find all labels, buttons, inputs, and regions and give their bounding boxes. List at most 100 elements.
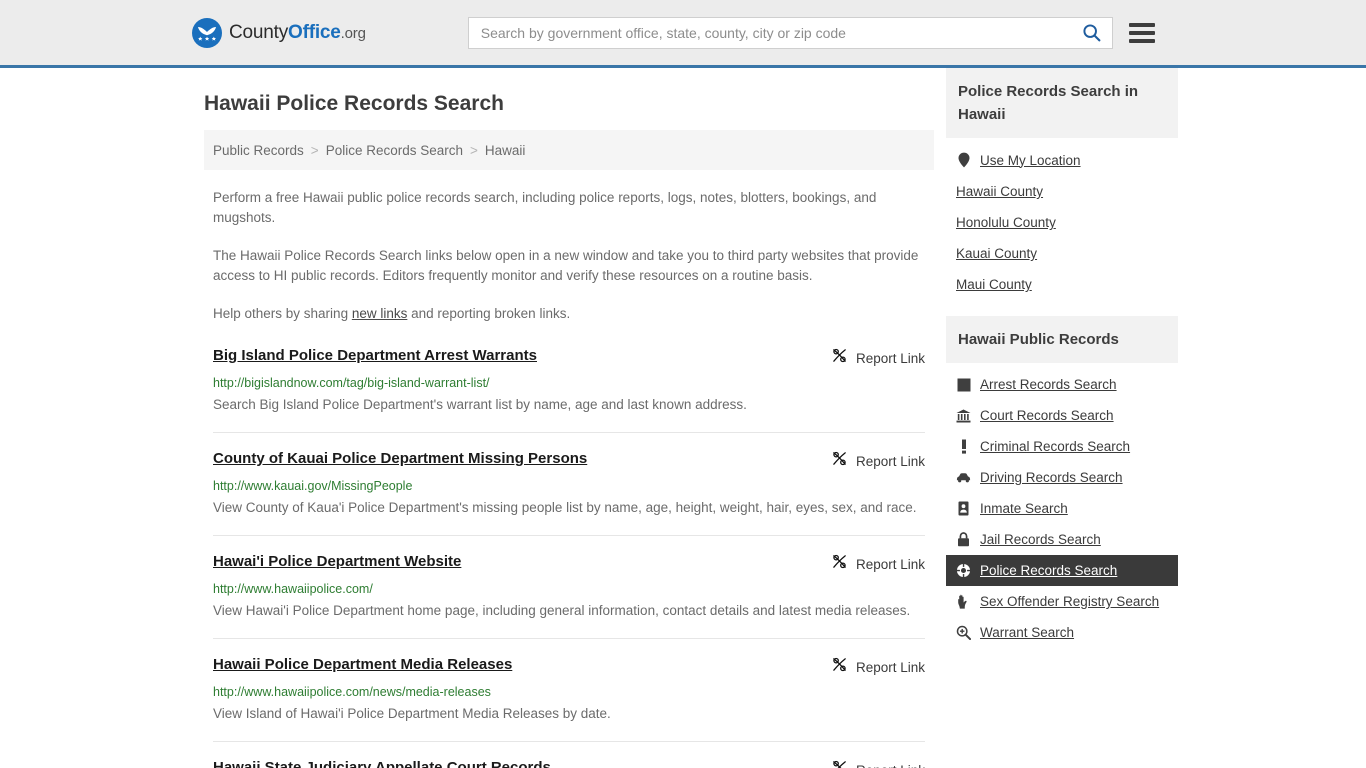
sidebar-panel-public-records-heading: Hawaii Public Records bbox=[946, 316, 1178, 363]
result-description: Search Big Island Police Department's wa… bbox=[213, 397, 747, 412]
sidebar-item-label[interactable]: Warrant Search bbox=[980, 625, 1074, 640]
logo-text-office: Office bbox=[288, 21, 341, 43]
result-title-link[interactable]: Hawaii State Judiciary Appellate Court R… bbox=[213, 758, 551, 768]
breadcrumb: Public Records > Police Records Search >… bbox=[204, 130, 934, 170]
hamburger-menu-icon[interactable] bbox=[1128, 22, 1155, 43]
broken-link-icon bbox=[831, 656, 848, 678]
result-description: View Hawai'i Police Department home page… bbox=[213, 603, 911, 618]
results-list: Big Island Police Department Arrest Warr… bbox=[204, 346, 934, 768]
report-link-button[interactable]: Report Link bbox=[831, 552, 925, 575]
report-link-label: Report Link bbox=[855, 453, 925, 469]
padlock-icon bbox=[956, 532, 971, 547]
sidebar-item-label[interactable]: Maui County bbox=[956, 277, 1032, 292]
breadcrumb-separator: > bbox=[310, 142, 319, 158]
sidebar-item-label[interactable]: Arrest Records Search bbox=[980, 377, 1117, 392]
sidebar-item-police-records-search[interactable]: Police Records Search bbox=[946, 555, 1178, 586]
intro-paragraph-2: The Hawaii Police Records Search links b… bbox=[213, 248, 919, 283]
hand-icon bbox=[956, 594, 971, 609]
result-url[interactable]: http://bigislandnow.com/tag/big-island-w… bbox=[213, 375, 925, 391]
sidebar-item-sex-offender-registry-search[interactable]: Sex Offender Registry Search bbox=[946, 586, 1178, 617]
search-box[interactable] bbox=[467, 16, 1113, 49]
sidebar-panel-locations: Police Records Search in Hawaii Use My L… bbox=[946, 68, 1178, 300]
fingerprint-card-icon bbox=[956, 378, 971, 392]
result-item: Hawaii Police Department Media Releases … bbox=[213, 639, 925, 742]
intro-p3-after: and reporting broken links. bbox=[407, 306, 571, 321]
site-header: CountyOffice.org bbox=[0, 0, 1366, 68]
result-description: View County of Kaua'i Police Department'… bbox=[213, 500, 917, 515]
sidebar-item-inmate-search[interactable]: Inmate Search bbox=[946, 493, 1178, 524]
result-url[interactable]: http://www.hawaiipolice.com/ bbox=[213, 581, 925, 597]
breadcrumb-item-police-records-search[interactable]: Police Records Search bbox=[326, 143, 463, 158]
report-link-button[interactable]: Report Link bbox=[831, 449, 925, 472]
intro-text: Perform a free Hawaii public police reco… bbox=[204, 188, 934, 324]
breadcrumb-separator: > bbox=[470, 142, 478, 158]
sidebar-item-label[interactable]: Sex Offender Registry Search bbox=[980, 594, 1159, 609]
sidebar: Police Records Search in Hawaii Use My L… bbox=[946, 68, 1178, 768]
sidebar-item-label[interactable]: Criminal Records Search bbox=[980, 439, 1130, 454]
car-icon bbox=[956, 472, 971, 483]
sidebar-item-label[interactable]: Court Records Search bbox=[980, 408, 1114, 423]
header-search-area bbox=[467, 16, 1155, 49]
report-link-label: Report Link bbox=[856, 763, 925, 768]
intro-paragraph-1: Perform a free Hawaii public police reco… bbox=[213, 190, 877, 225]
sidebar-item-label[interactable]: Kauai County bbox=[956, 246, 1037, 261]
broken-link-icon bbox=[831, 450, 848, 472]
sidebar-item-criminal-records-search[interactable]: Criminal Records Search bbox=[946, 431, 1178, 462]
result-title-link[interactable]: Big Island Police Department Arrest Warr… bbox=[213, 346, 537, 366]
report-link-label: Report Link bbox=[855, 350, 925, 366]
police-badge-icon bbox=[956, 563, 971, 578]
sidebar-item-label[interactable]: Honolulu County bbox=[956, 215, 1056, 230]
sidebar-item-label[interactable]: Use My Location bbox=[980, 153, 1081, 168]
report-link-button[interactable]: Report Link bbox=[831, 758, 925, 768]
result-title-link[interactable]: Hawai'i Police Department Website bbox=[213, 552, 461, 572]
logo-text-county: County bbox=[229, 21, 289, 43]
breadcrumb-item-public-records[interactable]: Public Records bbox=[213, 143, 304, 158]
hamburger-bar bbox=[1128, 30, 1155, 35]
report-link-label: Report Link bbox=[855, 556, 925, 572]
sidebar-item-label[interactable]: Inmate Search bbox=[980, 501, 1068, 516]
page-body: Hawaii Police Records Search Public Reco… bbox=[0, 68, 1366, 768]
result-title-link[interactable]: Hawaii Police Department Media Releases bbox=[213, 655, 512, 675]
broken-link-icon bbox=[831, 759, 848, 768]
courthouse-icon bbox=[956, 409, 971, 423]
sidebar-item-kauai-county[interactable]: Kauai County bbox=[946, 238, 1178, 269]
report-link-button[interactable]: Report Link bbox=[831, 655, 925, 678]
id-card-icon bbox=[956, 501, 971, 516]
search-input[interactable] bbox=[480, 24, 1079, 41]
result-item: County of Kauai Police Department Missin… bbox=[213, 433, 925, 536]
sidebar-item-maui-county[interactable]: Maui County bbox=[946, 269, 1178, 300]
sidebar-item-label[interactable]: Hawaii County bbox=[956, 184, 1043, 199]
sidebar-item-warrant-search[interactable]: Warrant Search bbox=[946, 617, 1178, 648]
sidebar-item-court-records-search[interactable]: Court Records Search bbox=[946, 400, 1178, 431]
logo-wordmark: CountyOffice.org bbox=[229, 22, 366, 44]
broken-link-icon bbox=[831, 553, 848, 575]
eagle-logo-icon bbox=[192, 17, 222, 48]
result-item: Hawaii State Judiciary Appellate Court R… bbox=[213, 742, 925, 768]
new-links-link[interactable]: new links bbox=[352, 306, 408, 321]
sidebar-item-hawaii-county[interactable]: Hawaii County bbox=[946, 176, 1178, 207]
sidebar-item-jail-records-search[interactable]: Jail Records Search bbox=[946, 524, 1178, 555]
breadcrumb-item-hawaii: Hawaii bbox=[484, 142, 526, 158]
sidebar-panel-public-records: Hawaii Public Records Arrest Records Sea… bbox=[946, 316, 1178, 648]
intro-p3-before: Help others by sharing bbox=[213, 306, 352, 321]
magnifier-plus-icon bbox=[956, 625, 971, 640]
sidebar-item-arrest-records-search[interactable]: Arrest Records Search bbox=[946, 369, 1178, 400]
result-item: Big Island Police Department Arrest Warr… bbox=[213, 346, 925, 433]
sidebar-item-label[interactable]: Police Records Search bbox=[980, 563, 1117, 578]
sidebar-item-honolulu-county[interactable]: Honolulu County bbox=[946, 207, 1178, 238]
result-url[interactable]: http://www.kauai.gov/MissingPeople bbox=[213, 478, 925, 494]
sidebar-panel-locations-heading: Police Records Search in Hawaii bbox=[946, 68, 1178, 138]
site-logo[interactable]: CountyOffice.org bbox=[192, 17, 366, 48]
result-url[interactable]: http://www.hawaiipolice.com/news/media-r… bbox=[213, 684, 925, 700]
report-link-button[interactable]: Report Link bbox=[831, 346, 925, 369]
result-title-link[interactable]: County of Kauai Police Department Missin… bbox=[213, 449, 587, 469]
sidebar-item-label[interactable]: Jail Records Search bbox=[980, 532, 1101, 547]
report-link-label: Report Link bbox=[855, 659, 925, 675]
search-icon[interactable] bbox=[1079, 22, 1104, 43]
sidebar-item-driving-records-search[interactable]: Driving Records Search bbox=[946, 462, 1178, 493]
page-title: Hawaii Police Records Search bbox=[204, 92, 504, 115]
broken-link-icon bbox=[831, 347, 848, 369]
sidebar-item-label[interactable]: Driving Records Search bbox=[980, 470, 1123, 485]
sidebar-item-use-my-location[interactable]: Use My Location bbox=[946, 144, 1178, 176]
map-pin-icon bbox=[956, 152, 971, 168]
